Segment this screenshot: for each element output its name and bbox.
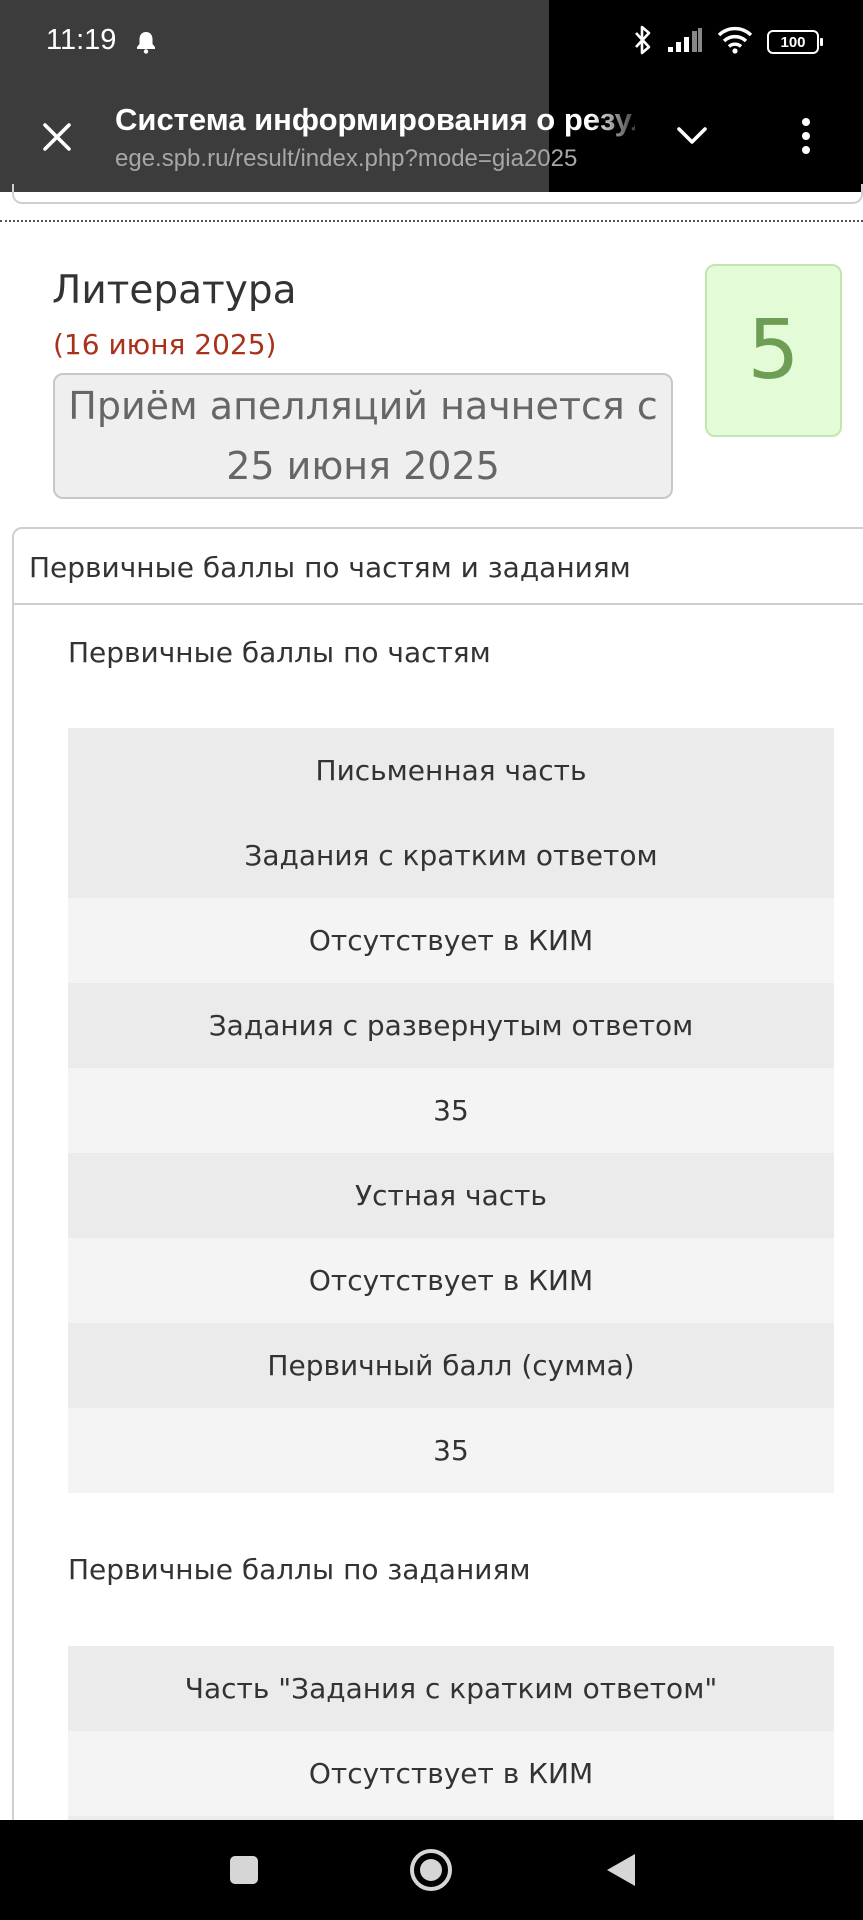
status-bar: 11:19 100	[0, 0, 863, 86]
table-header-cell: Задания с кратким ответом	[68, 813, 834, 898]
status-time: 11:19	[46, 24, 117, 56]
appeal-notice-text: Приём апелляций начнется с 25 июня 2025	[68, 384, 658, 488]
appeal-notice: Приём апелляций начнется с 25 июня 2025	[53, 373, 673, 499]
battery-level: 100	[780, 33, 806, 51]
subject-name: Литература	[52, 268, 297, 313]
parts-table: Письменная часть Задания с кратким ответо…	[68, 728, 834, 1493]
recents-icon[interactable]	[219, 1845, 269, 1895]
table-header-cell: Устная часть	[68, 1153, 834, 1238]
table-header-cell: Письменная часть	[68, 728, 834, 813]
table-value-cell: 35	[68, 1408, 834, 1493]
signal-icon	[667, 27, 703, 57]
parts-section-title: Первичные баллы по частям	[68, 636, 491, 669]
table-header-cell: Первичный балл (сумма)	[68, 1323, 834, 1408]
close-icon[interactable]	[34, 114, 80, 160]
back-icon[interactable]	[596, 1845, 646, 1895]
accordion-header-label: Первичные баллы по частям и заданиям	[29, 551, 631, 584]
accordion-header[interactable]: Первичные баллы по частям и заданиям	[14, 529, 863, 605]
system-nav-bar	[0, 1820, 863, 1920]
dotted-separator	[0, 220, 863, 222]
previous-card-edge	[12, 184, 863, 204]
more-vert-icon[interactable]	[782, 112, 830, 160]
grade-value: 5	[747, 303, 800, 398]
table-value-cell: Отсутствует в КИМ	[68, 898, 834, 983]
wifi-icon	[717, 26, 753, 58]
table-value-cell: Отсутствует в КИМ	[68, 1731, 834, 1816]
table-value-cell: Отсутствует в КИМ	[68, 1238, 834, 1323]
battery-icon: 100	[767, 30, 823, 54]
page-title: Система информирования о результатах	[115, 102, 635, 137]
browser-toolbar: Система информирования о результатах ege…	[0, 86, 863, 192]
home-icon[interactable]	[406, 1845, 456, 1895]
table-value-cell: 35	[68, 1068, 834, 1153]
page-url[interactable]: ege.spb.ru/result/index.php?mode=gia2025	[115, 142, 635, 176]
exam-date: (16 июня 2025)	[53, 328, 277, 361]
tasks-section-title: Первичные баллы по заданиям	[68, 1553, 531, 1586]
grade-badge: 5	[705, 264, 842, 437]
bell-icon	[135, 30, 157, 58]
bluetooth-icon	[633, 24, 653, 60]
table-header-cell: Задания с развернутым ответом	[68, 983, 834, 1068]
chevron-down-icon[interactable]	[668, 112, 716, 160]
table-header-cell: Часть "Задания с кратким ответом"	[68, 1646, 834, 1731]
